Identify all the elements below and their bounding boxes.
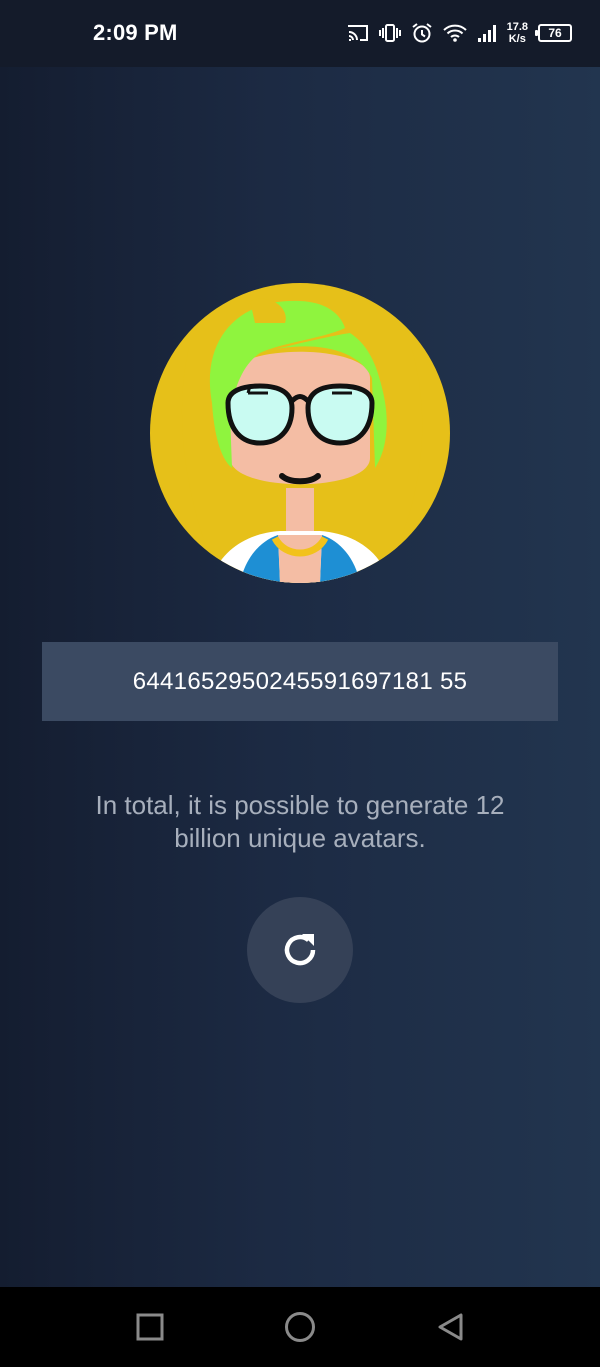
net-speed: 17.8 K/s bbox=[507, 21, 528, 45]
navigation-bar bbox=[0, 1287, 600, 1367]
avatar-image bbox=[150, 283, 450, 583]
battery-icon: 76 bbox=[535, 24, 572, 42]
status-time: 2:09 PM bbox=[93, 20, 178, 45]
recents-icon bbox=[136, 1313, 164, 1341]
net-speed-value: 17.8 bbox=[506, 21, 528, 33]
battery-level: 76 bbox=[548, 26, 562, 40]
info-text: In total, it is possible to generate 12 … bbox=[95, 790, 505, 853]
wifi-icon bbox=[442, 23, 467, 43]
back-button[interactable] bbox=[410, 1287, 490, 1367]
home-icon bbox=[285, 1312, 315, 1342]
net-speed-unit: K/s bbox=[508, 33, 526, 45]
vibrate-icon bbox=[378, 22, 401, 44]
recents-button[interactable] bbox=[110, 1287, 190, 1367]
signal-icon bbox=[477, 23, 497, 43]
avatar-illustration bbox=[150, 283, 450, 583]
refresh-icon bbox=[284, 934, 316, 966]
status-icons: 17.8 K/s 76 bbox=[347, 17, 572, 49]
home-button[interactable] bbox=[260, 1287, 340, 1367]
avatar-id-text: 6441652950245591697181 55 bbox=[132, 667, 468, 695]
refresh-button[interactable] bbox=[247, 897, 353, 1003]
avatar-id-box: 6441652950245591697181 55 bbox=[42, 642, 558, 721]
back-icon bbox=[438, 1313, 463, 1341]
alarm-icon bbox=[411, 22, 433, 44]
cast-icon bbox=[347, 23, 369, 43]
status-bar: 2:09 PM 17.8 K/s 76 bbox=[0, 0, 600, 67]
